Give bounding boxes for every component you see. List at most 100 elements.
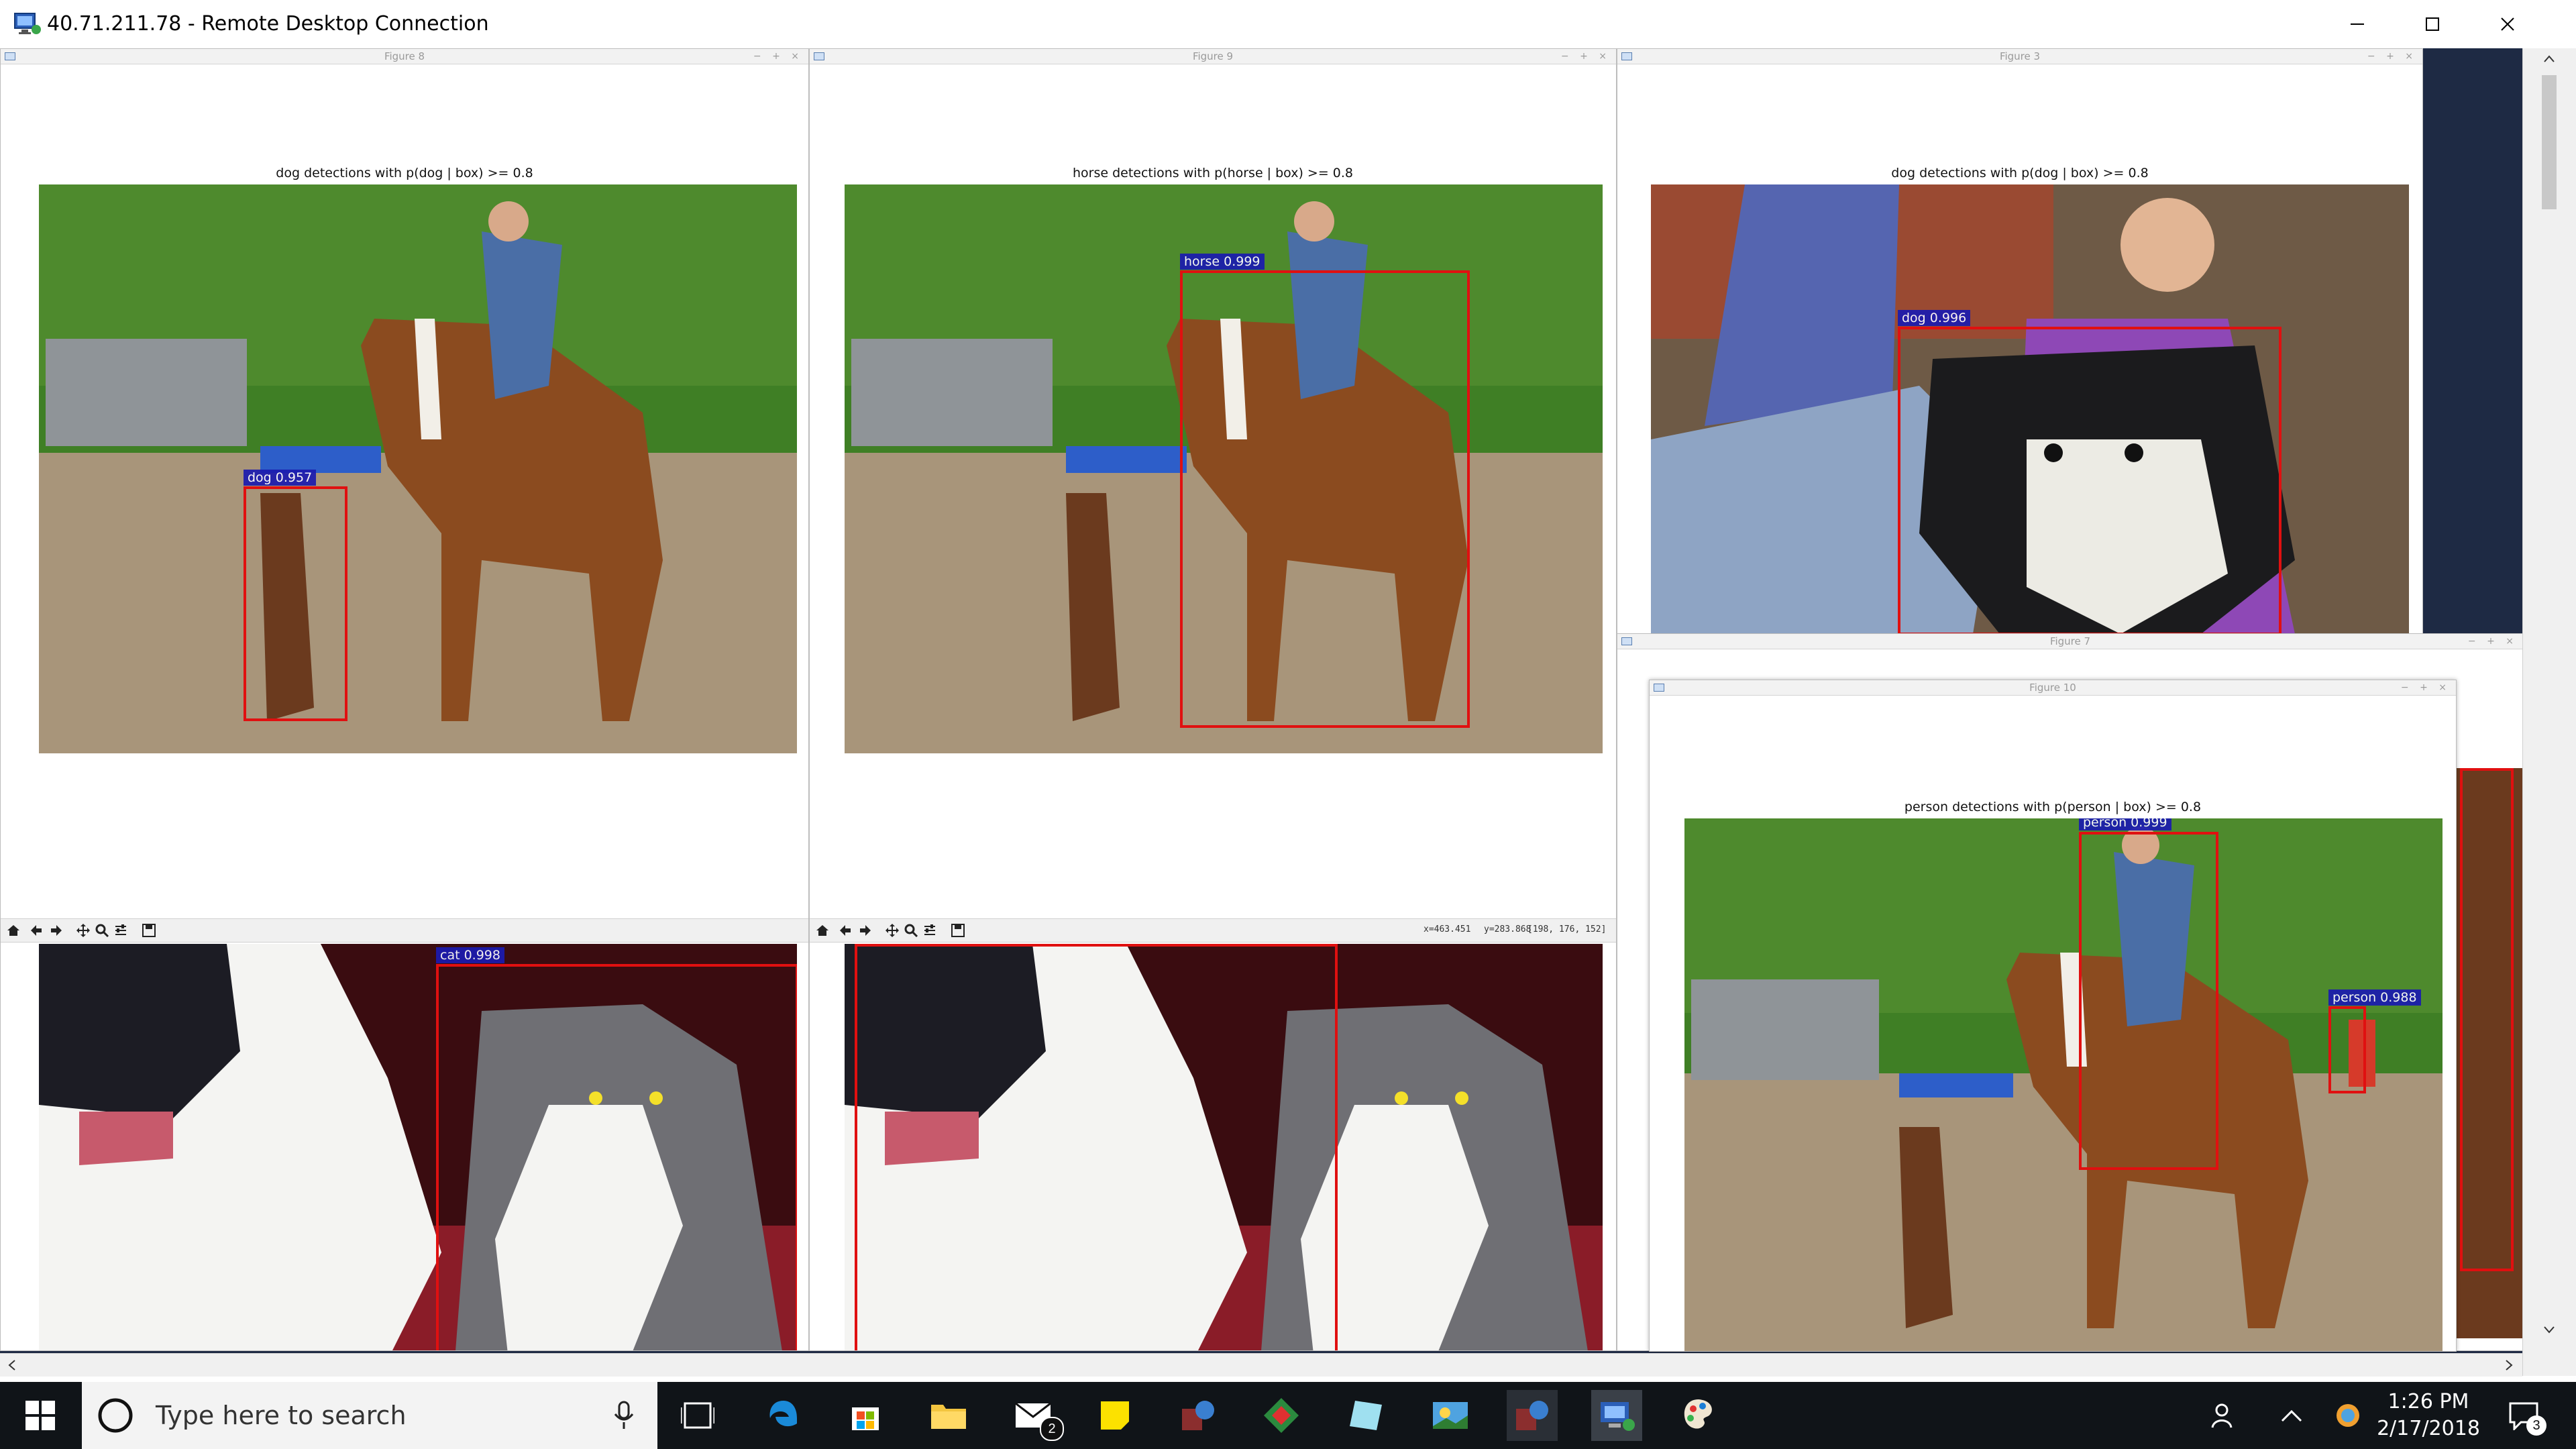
home-button[interactable] (5, 922, 22, 939)
back-button[interactable] (837, 922, 854, 939)
configure-button[interactable] (921, 922, 938, 939)
app-button[interactable] (1256, 1390, 1307, 1441)
photo-horse-rider-image (39, 184, 797, 753)
file-explorer-icon (931, 1405, 966, 1429)
action-center-button[interactable]: 3 (2498, 1390, 2549, 1441)
save-button[interactable] (949, 922, 967, 939)
sticky-notes-icon (1101, 1401, 1129, 1430)
window-controls[interactable]: − + × (1561, 49, 1611, 64)
clock-time: 1:26 PM (2387, 1390, 2469, 1413)
window-controls[interactable]: − + × (2401, 680, 2451, 695)
zoom-button[interactable] (902, 922, 920, 939)
network-button[interactable] (2322, 1390, 2373, 1441)
mail-badge: 2 (1040, 1417, 1064, 1441)
detection-label: dog 0.996 (1898, 310, 1971, 326)
window-icon (1621, 637, 1632, 645)
scroll-right-icon[interactable] (2502, 1359, 2514, 1371)
home-icon (816, 925, 828, 936)
back-button[interactable] (28, 922, 45, 939)
system-clock[interactable]: 1:26 PM 2/17/2018 (2375, 1389, 2482, 1442)
window-controls[interactable]: − + × (2468, 634, 2518, 649)
scroll-left-icon[interactable] (7, 1359, 19, 1371)
taskbar-search[interactable]: Type here to search (82, 1382, 657, 1449)
figure-titlebar[interactable]: Figure 9 − + × (810, 49, 1616, 64)
minimize-icon (2351, 23, 2364, 25)
pan-button[interactable] (883, 922, 901, 939)
detection-box (2079, 832, 2218, 1170)
photo-horse-rider: horse 0.999 (845, 184, 1603, 753)
scrollbar-thumb[interactable] (2542, 75, 2557, 209)
configure-icon (115, 924, 126, 935)
save-button[interactable] (140, 922, 158, 939)
show-hidden-icons-button[interactable] (2266, 1390, 2317, 1441)
microphone-icon[interactable] (612, 1401, 636, 1430)
close-button[interactable] (2470, 0, 2545, 48)
people-icon (2211, 1403, 2233, 1428)
photos-button[interactable] (1425, 1390, 1476, 1441)
app-icon (1264, 1398, 1299, 1433)
minimize-button[interactable] (2320, 0, 2395, 48)
maximize-button[interactable] (2395, 0, 2470, 48)
file-explorer-button[interactable] (923, 1390, 974, 1441)
cortana-icon (98, 1398, 133, 1433)
clock-date: 2/17/2018 (2377, 1417, 2480, 1440)
detection-box (2328, 1006, 2366, 1093)
detection-box (1898, 327, 2282, 634)
detection-label: cat 0.998 (436, 947, 504, 963)
figure-window[interactable]: Figure 10 − + × person detections with p… (1649, 680, 2457, 1352)
detection-label: dog 0.957 (244, 470, 317, 486)
store-button[interactable] (840, 1390, 891, 1441)
winrar-button[interactable] (1507, 1390, 1558, 1441)
paint-button[interactable] (1673, 1390, 1724, 1441)
forward-button[interactable] (48, 922, 65, 939)
figure-titlebar[interactable]: Figure 10 − + × (1650, 680, 2456, 696)
sticky-notes-button[interactable] (1089, 1390, 1140, 1441)
detection-box (436, 964, 797, 1350)
cursor-y-readout: y=283.868 (1484, 924, 1532, 934)
configure-button[interactable] (112, 922, 129, 939)
figure-window-title: Figure 9 (1192, 50, 1234, 62)
window-controls[interactable]: − + × (2367, 49, 2417, 64)
pan-button[interactable] (74, 922, 92, 939)
figure-toolbar (1, 918, 808, 943)
photo-horse-rider: person 0.999 person 0.988 (1684, 818, 2443, 1351)
scroll-down-icon[interactable] (2543, 1323, 2555, 1335)
figure-window[interactable]: Figure 9 − + × horse detections with p(h… (809, 48, 1617, 1351)
window-icon (1621, 52, 1632, 60)
start-button[interactable] (15, 1390, 66, 1441)
figure-window-title: Figure 7 (2049, 635, 2091, 647)
window-icon (5, 52, 15, 60)
home-button[interactable] (814, 922, 831, 939)
edge-button[interactable] (758, 1390, 809, 1441)
people-button[interactable] (2199, 1390, 2250, 1441)
figure-titlebar[interactable]: Figure 8 − + × (1, 49, 808, 64)
task-view-button[interactable] (672, 1390, 723, 1441)
winrar-button[interactable] (1173, 1390, 1224, 1441)
color-button[interactable] (1340, 1390, 1391, 1441)
figure-window[interactable]: Figure 3 − + × dog detections with p(dog… (1617, 48, 2423, 635)
cursor-x-readout: x=463.451 (1424, 924, 1471, 934)
close-icon (2501, 17, 2514, 31)
remote-desktop-button[interactable] (1591, 1390, 1642, 1441)
figure-window[interactable]: Figure 8 − + × dog detections with p(dog… (0, 48, 809, 1351)
vertical-scrollbar[interactable] (2522, 48, 2576, 1376)
forward-button[interactable] (857, 922, 874, 939)
figure-titlebar[interactable]: Figure 7 − + × (1617, 634, 2523, 649)
task-view-icon (681, 1402, 714, 1429)
configure-icon (924, 924, 935, 935)
figure-titlebar[interactable]: Figure 3 − + × (1617, 49, 2422, 64)
plot-title: dog detections with p(dog | box) >= 0.8 (276, 166, 533, 180)
zoom-button[interactable] (93, 922, 111, 939)
detection-label: person 0.988 (2328, 989, 2421, 1006)
color-icon (1350, 1401, 1382, 1430)
winrar-icon (1516, 1401, 1548, 1430)
mail-button[interactable]: 2 (1008, 1390, 1064, 1441)
detection-box (855, 944, 1338, 1350)
detection-box (244, 486, 347, 721)
photo-dog-sofa: dog 0.996 (1651, 184, 2409, 634)
detection-label: horse 0.999 (1180, 254, 1265, 270)
horizontal-scrollbar[interactable] (0, 1353, 2522, 1377)
window-controls[interactable]: − + × (753, 49, 803, 64)
photo-partial (2456, 768, 2523, 1338)
scroll-up-icon[interactable] (2543, 54, 2555, 66)
